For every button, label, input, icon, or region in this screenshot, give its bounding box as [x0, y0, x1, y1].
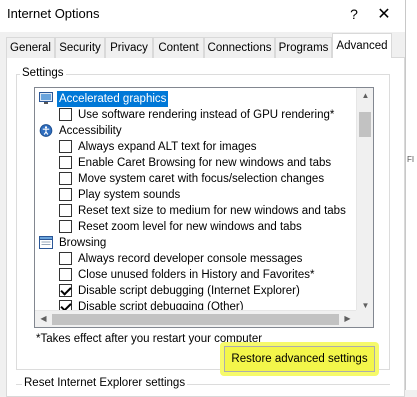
setting-label: Close unused folders in History and Favo… — [78, 269, 315, 281]
tab-advanced[interactable]: Advanced — [332, 33, 392, 58]
setting-software-rendering[interactable]: Use software rendering instead of GPU re… — [35, 107, 355, 123]
checkbox[interactable] — [59, 204, 72, 217]
checkbox[interactable] — [59, 188, 72, 201]
category-accelerated-graphics[interactable]: Accelerated graphics — [35, 91, 355, 107]
scroll-left-arrow-icon[interactable]: ◀ — [35, 314, 52, 323]
close-button[interactable]: ✕ — [364, 0, 404, 28]
tab-general[interactable]: General — [6, 37, 55, 58]
checkbox[interactable] — [59, 172, 72, 185]
category-label: Browsing — [59, 237, 107, 249]
checkbox[interactable] — [59, 252, 72, 265]
reset-section-label: Reset Internet Explorer settings — [22, 377, 188, 389]
category-label: Accessibility — [59, 125, 122, 137]
checkbox[interactable] — [59, 108, 72, 121]
accessibility-icon — [39, 124, 53, 137]
window-title: Internet Options — [7, 6, 100, 21]
setting-label: Play system sounds — [78, 189, 181, 201]
scroll-down-arrow-icon[interactable]: ▼ — [357, 301, 373, 310]
setting-move-system-caret[interactable]: Move system caret with focus/selection c… — [35, 171, 355, 187]
setting-disable-debug-ie[interactable]: Disable script debugging (Internet Explo… — [35, 283, 355, 299]
setting-expand-alt-text[interactable]: Always expand ALT text for images — [35, 139, 355, 155]
horizontal-scrollbar[interactable]: ◀ ▶ — [35, 310, 373, 327]
tab-programs[interactable]: Programs — [275, 37, 332, 58]
browsing-icon — [39, 236, 53, 249]
setting-play-system-sounds[interactable]: Play system sounds — [35, 187, 355, 203]
checkbox[interactable] — [59, 268, 72, 281]
setting-label: Use software rendering instead of GPU re… — [78, 109, 335, 121]
background-text: FI — [407, 155, 415, 164]
horizontal-scroll-thumb[interactable] — [52, 314, 339, 325]
checkbox[interactable] — [59, 156, 72, 169]
setting-caret-browsing[interactable]: Enable Caret Browsing for new windows an… — [35, 155, 355, 171]
category-browsing[interactable]: Browsing — [35, 235, 355, 251]
setting-record-console-messages[interactable]: Always record developer console messages — [35, 251, 355, 267]
checkbox[interactable] — [59, 220, 72, 233]
category-accessibility[interactable]: Accessibility — [35, 123, 355, 139]
vertical-scrollbar[interactable]: ▲ ▼ — [356, 88, 373, 312]
tab-security[interactable]: Security — [55, 37, 105, 58]
tab-privacy[interactable]: Privacy — [105, 37, 153, 58]
settings-group-label: Settings — [20, 67, 66, 79]
setting-close-unused-folders[interactable]: Close unused folders in History and Favo… — [35, 267, 355, 283]
tab-connections[interactable]: Connections — [204, 37, 275, 58]
setting-label: Always expand ALT text for images — [78, 141, 257, 153]
vertical-scroll-thumb[interactable] — [359, 112, 371, 137]
setting-reset-text-size[interactable]: Reset text size to medium for new window… — [35, 203, 355, 219]
setting-label: Reset zoom level for new windows and tab… — [78, 221, 302, 233]
settings-tree[interactable]: Accelerated graphics Use software render… — [34, 87, 374, 328]
scroll-right-arrow-icon[interactable]: ▶ — [339, 314, 356, 323]
scroll-up-arrow-icon[interactable]: ▲ — [357, 91, 373, 100]
tab-strip: General Security Privacy Content Connect… — [6, 33, 406, 58]
checkbox-checked[interactable] — [59, 284, 72, 297]
restore-advanced-settings-button[interactable]: Restore advanced settings — [224, 346, 375, 372]
scrollbar-corner — [356, 310, 373, 327]
background-window-strip: FI — [405, 0, 417, 390]
monitor-icon — [39, 92, 53, 104]
tab-content[interactable]: Content — [153, 37, 204, 58]
setting-label: Disable script debugging (Internet Explo… — [78, 285, 300, 297]
setting-reset-zoom-level[interactable]: Reset zoom level for new windows and tab… — [35, 219, 355, 235]
checkbox[interactable] — [59, 140, 72, 153]
setting-label: Enable Caret Browsing for new windows an… — [78, 157, 332, 169]
category-label: Accelerated graphics — [57, 91, 169, 107]
setting-label: Move system caret with focus/selection c… — [78, 173, 325, 185]
title-bar: Internet Options ? ✕ — [0, 0, 405, 32]
setting-label: Reset text size to medium for new window… — [78, 205, 346, 217]
setting-label: Always record developer console messages — [78, 253, 303, 265]
